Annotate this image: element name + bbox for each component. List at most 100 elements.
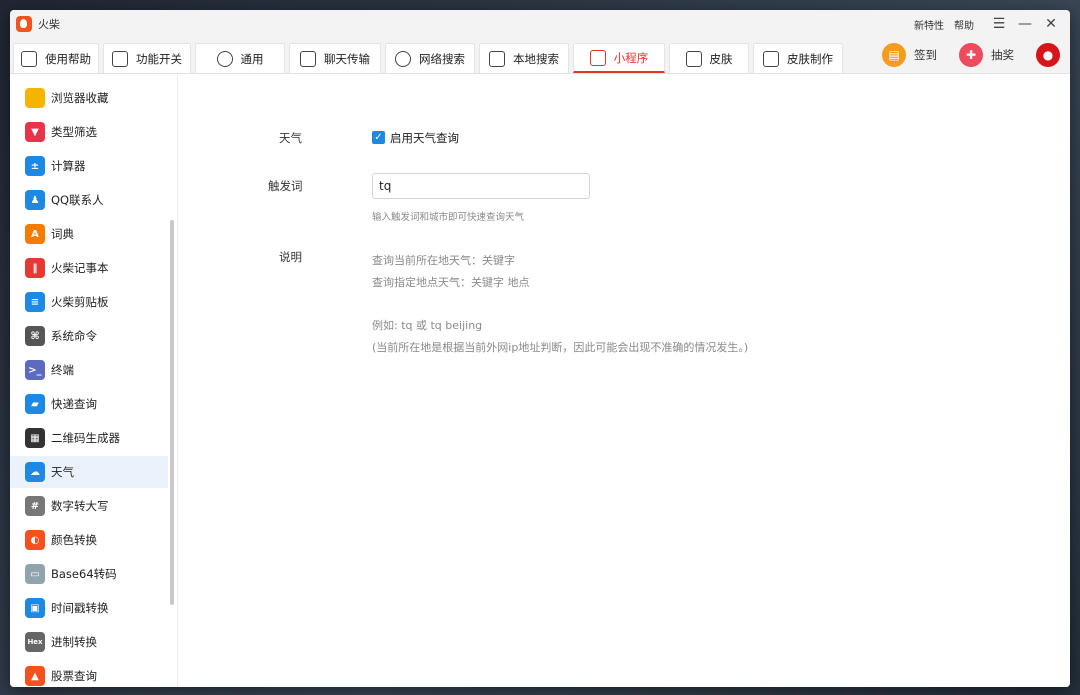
- sidebar-item-label: 类型筛选: [51, 125, 97, 139]
- sidebar-item-stock-query[interactable]: ▲ 股票查询: [10, 660, 168, 687]
- sidebar-item-label: QQ联系人: [51, 193, 104, 207]
- tab-chat-transfer[interactable]: 聊天传输: [289, 43, 381, 73]
- description-example: 例如: tq 或 tq beijing: [372, 319, 483, 332]
- weather-icon: ☁: [25, 462, 45, 482]
- tab-skin[interactable]: 皮肤: [669, 43, 749, 73]
- description-note: (当前所在地是根据当前外网ip地址判断，因此可能会出现不准确的情况发生。): [372, 341, 749, 354]
- tab-label: 本地搜索: [513, 51, 559, 66]
- sidebar-item-label: Base64转码: [51, 567, 117, 581]
- sidebar-item-clipboard[interactable]: ≡ 火柴剪贴板: [10, 286, 168, 318]
- palette-icon: ◐: [25, 530, 45, 550]
- chat-icon: [300, 50, 316, 67]
- gear-icon: [216, 50, 233, 67]
- weather-label: 天气: [279, 131, 302, 145]
- sidebar-item-calculator[interactable]: ± 计算器: [10, 150, 168, 182]
- trigger-word-input[interactable]: [372, 173, 590, 199]
- toggle-icon: [112, 50, 128, 67]
- close-icon[interactable]: ✕: [1040, 13, 1062, 35]
- sidebar-item-weather[interactable]: ☁ 天气: [10, 456, 168, 488]
- calculator-icon: ±: [25, 156, 45, 176]
- description-line-2: 查询指定地点天气：关键字 地点: [372, 276, 530, 289]
- sidebar-item-label: 火柴记事本: [51, 261, 109, 275]
- tab-bar: 使用帮助 功能开关 通用 聊天传输 网络搜索 本地搜索 小程序 皮肤 皮肤制作 …: [10, 38, 1070, 74]
- globe-icon: [395, 50, 411, 67]
- sidebar-item-qq-contacts[interactable]: ♟ QQ联系人: [10, 184, 168, 216]
- command-icon: ⌘: [25, 326, 45, 346]
- sidebar-item-terminal[interactable]: >_ 终端: [10, 354, 168, 386]
- sidebar-item-timestamp[interactable]: ▣ 时间戳转换: [10, 592, 168, 624]
- sidebar-item-label: 数字转大写: [51, 499, 109, 513]
- sidebar-item-label: 股票查询: [51, 669, 97, 683]
- tab-label: 通用: [240, 51, 264, 66]
- tab-label: 小程序: [613, 50, 649, 65]
- help-link[interactable]: 帮助: [954, 17, 974, 32]
- tab-label: 功能开关: [136, 51, 182, 66]
- new-features-link[interactable]: 新特性: [914, 17, 944, 32]
- sign-in-button[interactable]: 签到: [914, 47, 937, 63]
- description-label: 说明: [279, 250, 302, 264]
- sidebar: 浏览器收藏 ▼ 类型筛选 ± 计算器 ♟ QQ联系人 A 词典 ‖ 火柴记事本 …: [10, 75, 178, 687]
- terminal-icon: >_: [25, 360, 45, 380]
- sign-in-icon[interactable]: ▤: [882, 43, 906, 67]
- lottery-button[interactable]: 抽奖: [991, 47, 1014, 63]
- enable-weather-label[interactable]: 启用天气查询: [390, 130, 459, 146]
- weather-settings-panel: 天气 ✓ 启用天气查询 触发词 输入触发词和城市即可快速查询天气 说明 查询当前…: [179, 75, 1070, 687]
- menu-icon[interactable]: ☰: [988, 13, 1010, 35]
- filter-icon: ▼: [25, 122, 45, 142]
- tab-skin-maker[interactable]: 皮肤制作: [753, 43, 843, 73]
- tab-feature-toggle[interactable]: 功能开关: [103, 43, 191, 73]
- tabbar-actions: ▤ 签到 ✚ 抽奖 ●: [882, 40, 1062, 70]
- tab-local-search[interactable]: 本地搜索: [479, 43, 569, 73]
- title-bar: 火柴 新特性 帮助 ☰ — ✕: [10, 10, 1070, 38]
- clipboard-icon: ≡: [25, 292, 45, 312]
- sidebar-item-label: 计算器: [51, 159, 86, 173]
- gift-icon[interactable]: ✚: [959, 43, 983, 67]
- sidebar-item-label: 天气: [51, 465, 74, 479]
- tab-label: 使用帮助: [45, 51, 91, 66]
- sidebar-item-notebook[interactable]: ‖ 火柴记事本: [10, 252, 168, 284]
- sidebar-scrollbar[interactable]: [170, 220, 174, 605]
- qq-icon: ♟: [25, 190, 45, 210]
- sidebar-item-qrcode-generator[interactable]: ▦ 二维码生成器: [10, 422, 168, 454]
- tab-label: 聊天传输: [324, 51, 370, 66]
- sidebar-item-express-tracking[interactable]: ▰ 快递查询: [10, 388, 168, 420]
- tab-label: 皮肤: [709, 51, 733, 66]
- sidebar-item-type-filter[interactable]: ▼ 类型筛选: [10, 116, 168, 148]
- notebook-icon: ‖: [25, 258, 45, 278]
- app-window: 火柴 新特性 帮助 ☰ — ✕ 使用帮助 功能开关 通用 聊天传输 网络搜索 本…: [10, 10, 1070, 687]
- sidebar-item-label: 快递查询: [51, 397, 97, 411]
- enable-weather-checkbox[interactable]: ✓: [372, 131, 385, 144]
- sidebar-item-label: 终端: [51, 363, 74, 377]
- truck-icon: ▰: [25, 394, 45, 414]
- file-icon: ▭: [25, 564, 45, 584]
- sidebar-item-color-convert[interactable]: ◐ 颜色转换: [10, 524, 168, 556]
- tab-help[interactable]: 使用帮助: [13, 43, 99, 73]
- title-bar-actions: 新特性 帮助 ☰ — ✕: [914, 10, 1062, 38]
- sidebar-item-label: 颜色转换: [51, 533, 97, 547]
- trigger-word-hint: 输入触发词和城市即可快速查询天气: [372, 212, 525, 223]
- shirt-icon: [685, 50, 702, 67]
- tab-web-search[interactable]: 网络搜索: [385, 43, 475, 73]
- trigger-word-label: 触发词: [268, 179, 303, 193]
- sidebar-item-number-to-uppercase[interactable]: # 数字转大写: [10, 490, 168, 522]
- sidebar-item-browser-bookmarks[interactable]: 浏览器收藏: [10, 82, 168, 114]
- tab-mini-programs[interactable]: 小程序: [573, 43, 665, 73]
- sidebar-item-dictionary[interactable]: A 词典: [10, 218, 168, 250]
- description-line-1: 查询当前所在地天气：关键字: [372, 254, 515, 267]
- stock-icon: ▲: [25, 666, 45, 686]
- folder-icon: [25, 88, 45, 108]
- sidebar-item-base64[interactable]: ▭ Base64转码: [10, 558, 168, 590]
- avatar[interactable]: ●: [1036, 43, 1060, 67]
- sidebar-item-label: 词典: [51, 227, 74, 241]
- sidebar-item-system-commands[interactable]: ⌘ 系统命令: [10, 320, 168, 352]
- sidebar-item-label: 系统命令: [51, 329, 97, 343]
- sidebar-item-base-convert[interactable]: Hex 进制转换: [10, 626, 168, 658]
- qrcode-icon: ▦: [25, 428, 45, 448]
- dictionary-icon: A: [25, 224, 45, 244]
- tab-label: 网络搜索: [419, 51, 465, 66]
- sidebar-item-label: 时间戳转换: [51, 601, 109, 615]
- hex-icon: Hex: [25, 632, 45, 652]
- tab-general[interactable]: 通用: [195, 43, 285, 73]
- minimize-icon[interactable]: —: [1014, 13, 1036, 35]
- monitor-icon: [489, 50, 505, 67]
